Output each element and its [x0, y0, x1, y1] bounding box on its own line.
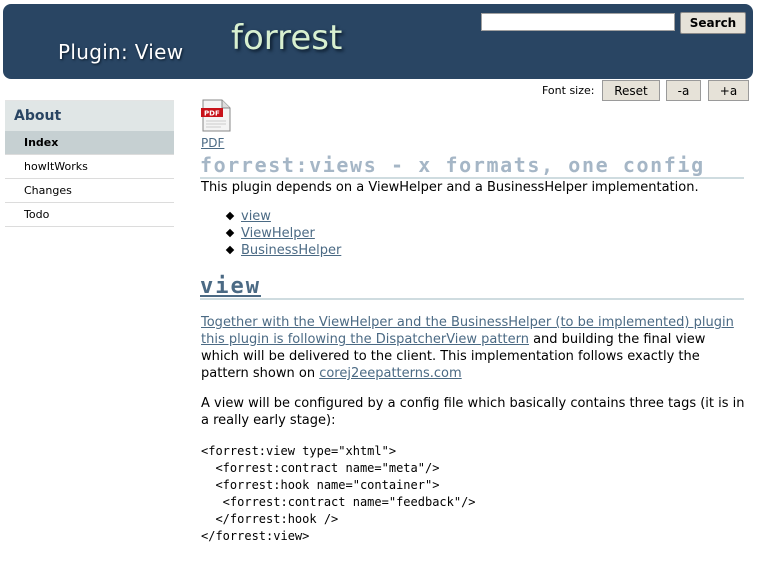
paragraph-pattern: Together with the ViewHelper and the Bus… [201, 314, 746, 382]
paragraph-config: A view will be configured by a config fi… [201, 396, 745, 428]
sidebar-item-index[interactable]: Index [5, 131, 174, 155]
code-line: <forrest:contract name="meta"/> [201, 461, 440, 475]
sidebar-item-howitworks[interactable]: howItWorks [5, 155, 174, 179]
font-reset-button[interactable]: Reset [602, 80, 660, 101]
section-divider [200, 298, 744, 300]
code-line: </forrest:hook /> [201, 512, 339, 526]
intro-text: This plugin depends on a ViewHelper and … [201, 180, 699, 195]
font-decrease-button[interactable]: -a [666, 80, 701, 101]
toc-link-businesshelper[interactable]: BusinessHelper [241, 243, 341, 258]
toc-link-viewhelper[interactable]: ViewHelper [241, 226, 315, 241]
list-item: view [225, 208, 341, 225]
toc-link-view[interactable]: view [241, 209, 271, 224]
title-divider [200, 177, 744, 179]
sidebar-heading[interactable]: About [5, 100, 174, 131]
search-input[interactable] [481, 13, 675, 31]
list-item: ViewHelper [225, 225, 341, 242]
table-of-contents: view ViewHelper BusinessHelper [225, 208, 341, 259]
list-item: BusinessHelper [225, 242, 341, 259]
code-line: <forrest:contract name="feedback"/> [201, 495, 476, 509]
code-line: <forrest:view type="xhtml"> [201, 444, 397, 458]
brand-logo[interactable]: forrest [231, 18, 342, 58]
font-size-label: Font size: [542, 84, 595, 97]
sidebar-item-changes[interactable]: Changes [5, 179, 174, 203]
corej2eepatterns-link[interactable]: corej2eepatterns.com [319, 366, 461, 381]
bullet-icon [225, 245, 235, 255]
code-block: <forrest:view type="xhtml"> <forrest:con… [201, 443, 476, 545]
plugin-title: Plugin: View [58, 40, 184, 64]
bullet-icon [225, 228, 235, 238]
code-line: <forrest:hook name="container"> [201, 478, 440, 492]
pdf-icon[interactable]: PDF [201, 99, 231, 132]
search-button[interactable]: Search [680, 12, 746, 34]
sidebar-item-todo[interactable]: Todo [5, 203, 174, 227]
page-title: forrest:views - x formats, one config [200, 153, 705, 177]
section-title-view[interactable]: view [200, 274, 261, 299]
sidebar-nav: About Index howItWorks Changes Todo [5, 100, 174, 227]
code-line: </forrest:view> [201, 529, 310, 543]
site-header: Plugin: View forrest Search [3, 4, 753, 79]
pdf-link[interactable]: PDF [201, 136, 224, 150]
pdf-icon-label: PDF [204, 110, 220, 118]
font-increase-button[interactable]: +a [708, 80, 749, 101]
bullet-icon [225, 211, 235, 221]
